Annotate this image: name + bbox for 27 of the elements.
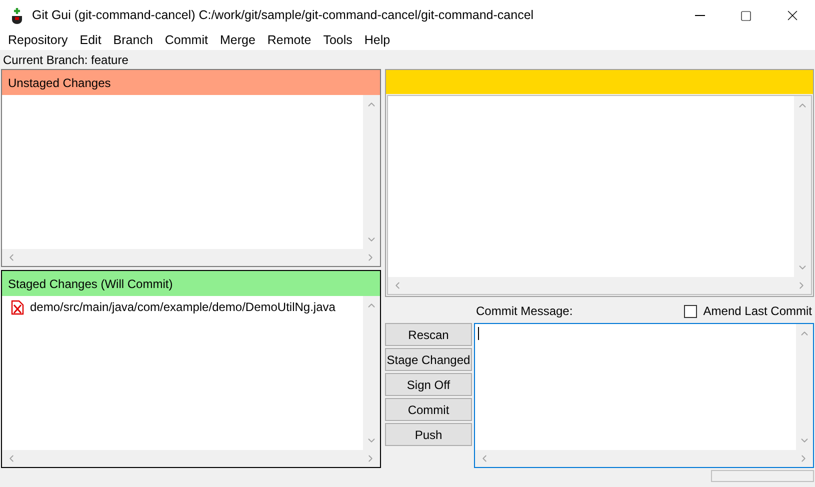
action-button[interactable]: Stage Changed bbox=[385, 348, 472, 371]
action-button[interactable]: Rescan bbox=[385, 323, 472, 346]
menu-item[interactable]: Merge bbox=[214, 31, 262, 50]
menu-item[interactable]: Remote bbox=[261, 31, 318, 50]
menu-item[interactable]: Tools bbox=[317, 31, 358, 50]
panel-title: Unstaged Changes bbox=[8, 74, 111, 92]
amend-label[interactable]: Amend Last Commit bbox=[703, 302, 812, 320]
commit-message-field[interactable] bbox=[474, 323, 814, 468]
menu-item[interactable]: Branch bbox=[107, 31, 159, 50]
action-button[interactable]: Push bbox=[385, 423, 472, 446]
file-path[interactable]: demo/src/main/java/com/example/demo/DemoUtilNg.java bbox=[30, 298, 336, 316]
menu-item[interactable]: Edit bbox=[74, 31, 108, 50]
amend-checkbox[interactable] bbox=[684, 304, 698, 318]
menu-item[interactable]: Help bbox=[358, 31, 396, 50]
menu-item[interactable]: Commit bbox=[158, 31, 214, 50]
window-title: Git Gui (git-command-cancel) C:/work/git/sample/git-command-cancel/git-command-cancel bbox=[32, 7, 534, 24]
maximize-icon bbox=[740, 10, 752, 22]
file-list[interactable]: demo/src/main/java/com/example/demo/DemoUtilNg.java bbox=[2, 296, 380, 467]
commit-message-label: Commit Message: bbox=[476, 303, 573, 320]
app-icon bbox=[10, 7, 24, 24]
menu-item[interactable]: Repository bbox=[2, 31, 74, 50]
panel-title: Staged Changes (Will Commit) bbox=[8, 276, 173, 292]
action-button[interactable]: Commit bbox=[385, 398, 472, 421]
deleted-file-icon bbox=[11, 300, 24, 314]
minimize-icon bbox=[695, 15, 705, 16]
current-branch-label: Current Branch: feature bbox=[3, 52, 128, 68]
action-button[interactable]: Sign Off bbox=[385, 373, 472, 396]
